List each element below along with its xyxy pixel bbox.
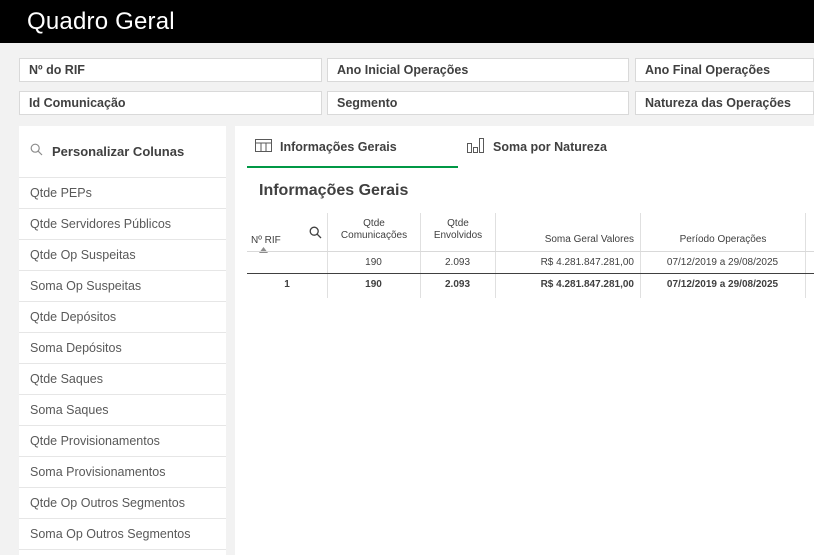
sidebar-item-qtde-servidores[interactable]: Qtde Servidores Públicos — [19, 209, 226, 240]
header-line: Envolvidos — [433, 230, 483, 241]
totals-comunicacoes: 190 — [365, 257, 382, 268]
sidebar-item-qtde-peps[interactable]: Qtde PEPs — [19, 178, 226, 209]
title-bar: Quadro Geral — [0, 0, 814, 43]
bar-chart-icon — [467, 138, 485, 156]
totals-periodo: 07/12/2019 a 29/08/2025 — [666, 257, 779, 268]
sidebar-item-soma-saques[interactable]: Soma Saques — [19, 395, 226, 426]
tab-label: Soma por Natureza — [493, 140, 607, 154]
section-title: Informações Gerais — [259, 182, 409, 199]
customize-columns-button[interactable]: Personalizar Colunas — [19, 126, 226, 178]
main-panel: Informações Gerais Soma por Natureza Inf… — [235, 126, 814, 555]
sidebar-item-qtde-op-outros-segmentos[interactable]: Qtde Op Outros Segmentos — [19, 488, 226, 519]
header-qtde-comunicacoes[interactable]: Qtde Comunicações — [331, 218, 417, 242]
totals-envolvidos: 2.093 — [444, 257, 471, 268]
cell-rif: 1 — [284, 279, 290, 290]
sidebar-item-more[interactable] — [19, 550, 226, 555]
sidebar-item-qtde-depositos[interactable]: Qtde Depósitos — [19, 302, 226, 333]
sidebar-item-soma-provisionamentos[interactable]: Soma Provisionamentos — [19, 457, 226, 488]
header-periodo-operacoes[interactable]: Período Operações — [644, 234, 802, 246]
table-icon — [255, 139, 272, 155]
header-qtde-envolvidos[interactable]: Qtde Envolvidos — [425, 218, 491, 242]
active-tab-indicator — [247, 166, 458, 168]
sidebar-item-qtde-op-suspeitas[interactable]: Qtde Op Suspeitas — [19, 240, 226, 271]
column-divider — [805, 213, 806, 298]
header-line: Qtde — [363, 218, 385, 229]
header-line: Comunicações — [340, 230, 408, 241]
customize-columns-panel: Personalizar Colunas Qtde PEPs Qtde Serv… — [19, 126, 226, 555]
totals-soma: R$ 4.281.847.281,00 — [540, 257, 634, 268]
header-line: Qtde — [447, 218, 469, 229]
filter-ano-inicial[interactable]: Ano Inicial Operações — [327, 58, 629, 82]
filter-segmento[interactable]: Segmento — [327, 91, 629, 115]
cell-envolvidos: 2.093 — [444, 279, 471, 290]
sidebar-item-soma-depositos[interactable]: Soma Depósitos — [19, 333, 226, 364]
filter-rif[interactable]: Nº do RIF — [19, 58, 322, 82]
cell-soma: R$ 4.281.847.281,00 — [540, 279, 634, 290]
filter-natureza-operacoes[interactable]: Natureza das Operações — [635, 91, 814, 115]
tab-informacoes-gerais[interactable]: Informações Gerais — [255, 126, 397, 168]
search-icon — [30, 143, 43, 161]
tab-label: Informações Gerais — [280, 140, 397, 154]
filter-id-comunicacao[interactable]: Id Comunicação — [19, 91, 322, 115]
customize-columns-label: Personalizar Colunas — [52, 144, 185, 159]
sidebar-item-qtde-provisionamentos[interactable]: Qtde Provisionamentos — [19, 426, 226, 457]
filter-ano-final[interactable]: Ano Final Operações — [635, 58, 814, 82]
column-search-icon[interactable] — [307, 226, 323, 243]
cell-comunicacoes: 190 — [365, 279, 382, 290]
header-soma-geral-valores[interactable]: Soma Geral Valores — [499, 234, 634, 246]
sidebar-item-soma-op-suspeitas[interactable]: Soma Op Suspeitas — [19, 271, 226, 302]
sidebar-item-qtde-saques[interactable]: Qtde Saques — [19, 364, 226, 395]
header-divider — [247, 251, 814, 252]
sidebar-item-soma-op-outros-segmentos[interactable]: Soma Op Outros Segmentos — [19, 519, 226, 550]
cell-periodo: 07/12/2019 a 29/08/2025 — [666, 279, 779, 290]
page-title: Quadro Geral — [27, 8, 175, 35]
tab-soma-por-natureza[interactable]: Soma por Natureza — [467, 126, 607, 168]
totals-divider — [247, 273, 814, 274]
